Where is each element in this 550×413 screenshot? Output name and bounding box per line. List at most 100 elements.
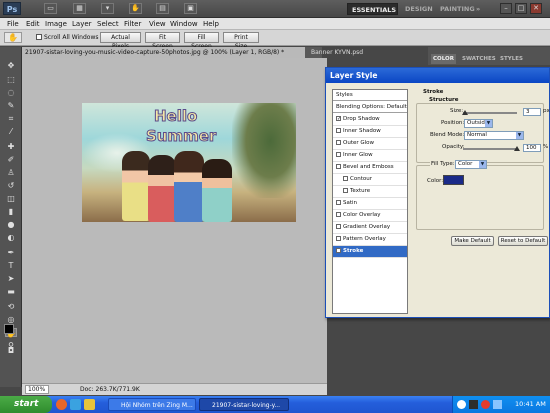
media-icon[interactable]	[469, 400, 478, 409]
taskbar-item-zing[interactable]: Hội Nhóm trên Zing M...	[108, 398, 196, 411]
opacity-slider-thumb[interactable]	[514, 146, 520, 151]
move-tool-icon[interactable]: ✥	[5, 61, 17, 70]
history-brush-tool-icon[interactable]: ↺	[5, 181, 17, 190]
style-item-stroke[interactable]: ✓ Stroke	[333, 246, 407, 258]
make-default-button[interactable]: Make Default	[451, 236, 494, 246]
lasso-tool-icon[interactable]: ◌	[5, 88, 17, 97]
hand-icon[interactable]: ✋	[129, 3, 142, 14]
tab-styles[interactable]: STYLES	[498, 54, 525, 64]
tab-color[interactable]: COLOR	[431, 54, 456, 64]
menu-filter[interactable]: Filter	[124, 18, 141, 30]
style-checkbox[interactable]	[336, 164, 341, 169]
brush-tool-icon[interactable]: ✐	[5, 155, 17, 164]
bridge-icon[interactable]: ▭	[44, 3, 57, 14]
foreground-color-swatch[interactable]	[4, 324, 14, 334]
workspace-design[interactable]: DESIGN	[401, 3, 437, 15]
style-checkbox[interactable]	[343, 188, 348, 193]
opacity-slider-track[interactable]	[463, 148, 517, 150]
style-checkbox[interactable]	[336, 200, 341, 205]
3d-rotate-tool-icon[interactable]: ⟲	[5, 302, 17, 311]
fit-screen-button[interactable]: Fit Screen	[145, 32, 180, 50]
style-checkbox[interactable]	[336, 236, 341, 241]
menu-layer[interactable]: Layer	[72, 18, 92, 30]
network-icon[interactable]	[493, 400, 502, 409]
clone-stamp-tool-icon[interactable]: ♙	[5, 168, 17, 177]
type-tool-icon[interactable]: T	[5, 261, 17, 270]
style-item-outer-glow[interactable]: Outer Glow	[333, 138, 407, 150]
shape-tool-icon[interactable]: ▬	[5, 287, 17, 296]
fill-type-select[interactable]: Color ▼	[455, 160, 487, 169]
workspace-essentials[interactable]: ESSENTIALS	[347, 3, 398, 15]
size-input[interactable]: 3	[523, 108, 541, 116]
style-checkbox[interactable]: ✓	[336, 248, 341, 254]
stroke-color-swatch[interactable]	[443, 175, 464, 185]
fill-screen-button[interactable]: Fill Screen	[184, 32, 219, 50]
style-checkbox[interactable]	[336, 212, 341, 217]
style-item-pattern-overlay[interactable]: Pattern Overlay	[333, 234, 407, 246]
menu-window[interactable]: Window	[170, 18, 198, 30]
menu-select[interactable]: Select	[97, 18, 119, 30]
pen-tool-icon[interactable]: ✒	[5, 248, 17, 257]
tab-swatches[interactable]: SWATCHES	[460, 54, 498, 64]
document-tab-active[interactable]: 21907-sistar-loving-you-music-video-capt…	[22, 47, 305, 58]
menu-view[interactable]: View	[149, 18, 166, 30]
zoom-level-icon[interactable]: ▾	[101, 3, 114, 14]
close-icon[interactable]: ✕	[530, 3, 542, 14]
antivirus-icon[interactable]	[481, 400, 490, 409]
menu-file[interactable]: File	[7, 18, 19, 30]
path-selection-tool-icon[interactable]: ➤	[5, 274, 17, 283]
style-item-inner-glow[interactable]: Inner Glow	[333, 150, 407, 162]
blur-tool-icon[interactable]: ●	[5, 220, 17, 229]
healing-brush-tool-icon[interactable]: ✚	[5, 142, 17, 151]
style-item-satin[interactable]: Satin	[333, 198, 407, 210]
styles-header[interactable]: Styles	[333, 90, 407, 101]
crop-tool-icon[interactable]: ⌗	[5, 114, 17, 123]
style-checkbox[interactable]	[336, 140, 341, 145]
style-item-drop-shadow[interactable]: ✓ Drop Shadow	[333, 114, 407, 126]
start-button[interactable]: start	[0, 396, 52, 413]
document-size-info[interactable]: Doc: 263.7K/771.9K	[80, 385, 140, 394]
gradient-tool-icon[interactable]: ▮	[5, 207, 17, 216]
style-checkbox[interactable]	[336, 128, 341, 133]
marquee-tool-icon[interactable]: ⬚	[5, 75, 17, 84]
style-item-bevel-and-emboss[interactable]: Bevel and Emboss	[333, 162, 407, 174]
style-item-texture[interactable]: Texture	[333, 186, 407, 198]
menu-edit[interactable]: Edit	[26, 18, 40, 30]
ie-icon[interactable]	[70, 399, 81, 410]
style-checkbox[interactable]: ✓	[336, 116, 341, 122]
document-tab-banner[interactable]: Banner KYVN.psd	[308, 47, 368, 58]
3d-orbit-tool-icon[interactable]: ◎	[5, 315, 17, 324]
taskbar-item-photoshop[interactable]: 21907-sistar-loving-y...	[199, 398, 289, 411]
actual-pixels-button[interactable]: Actual Pixels	[100, 32, 141, 50]
zoom-field[interactable]: 100%	[25, 385, 49, 394]
folder-icon[interactable]	[84, 399, 95, 410]
style-item-color-overlay[interactable]: Color Overlay	[333, 210, 407, 222]
minimize-icon[interactable]: –	[500, 3, 512, 14]
maximize-icon[interactable]: □	[515, 3, 527, 14]
menu-image[interactable]: Image	[45, 18, 67, 30]
style-item-contour[interactable]: Contour	[333, 174, 407, 186]
eraser-tool-icon[interactable]: ◫	[5, 194, 17, 203]
position-select[interactable]: Outside ▼	[464, 119, 493, 128]
quick-mask-icon[interactable]: ◘	[5, 346, 17, 355]
blend-mode-select[interactable]: Normal ▼	[464, 131, 524, 140]
quick-selection-tool-icon[interactable]: ✎	[5, 101, 17, 110]
style-item-inner-shadow[interactable]: Inner Shadow	[333, 126, 407, 138]
blending-options[interactable]: Blending Options: Default	[333, 102, 407, 113]
size-slider-track[interactable]	[463, 112, 517, 114]
style-checkbox[interactable]	[343, 176, 348, 181]
dialog-title[interactable]: Layer Style	[326, 68, 549, 83]
tray-app-icon[interactable]	[457, 400, 466, 409]
dodge-tool-icon[interactable]: ◐	[5, 233, 17, 242]
firefox-icon[interactable]	[56, 399, 67, 410]
hand-tool-preset-icon[interactable]: ✋	[4, 32, 22, 43]
style-item-gradient-overlay[interactable]: Gradient Overlay	[333, 222, 407, 234]
arrange-documents-icon[interactable]: ▤	[156, 3, 169, 14]
menu-help[interactable]: Help	[203, 18, 219, 30]
scroll-all-windows-checkbox[interactable]	[36, 34, 42, 40]
screen-mode-icon[interactable]: ▣	[184, 3, 197, 14]
view-extras-icon[interactable]: ▦	[73, 3, 86, 14]
style-checkbox[interactable]	[336, 224, 341, 229]
style-checkbox[interactable]	[336, 152, 341, 157]
print-size-button[interactable]: Print Size	[223, 32, 259, 50]
